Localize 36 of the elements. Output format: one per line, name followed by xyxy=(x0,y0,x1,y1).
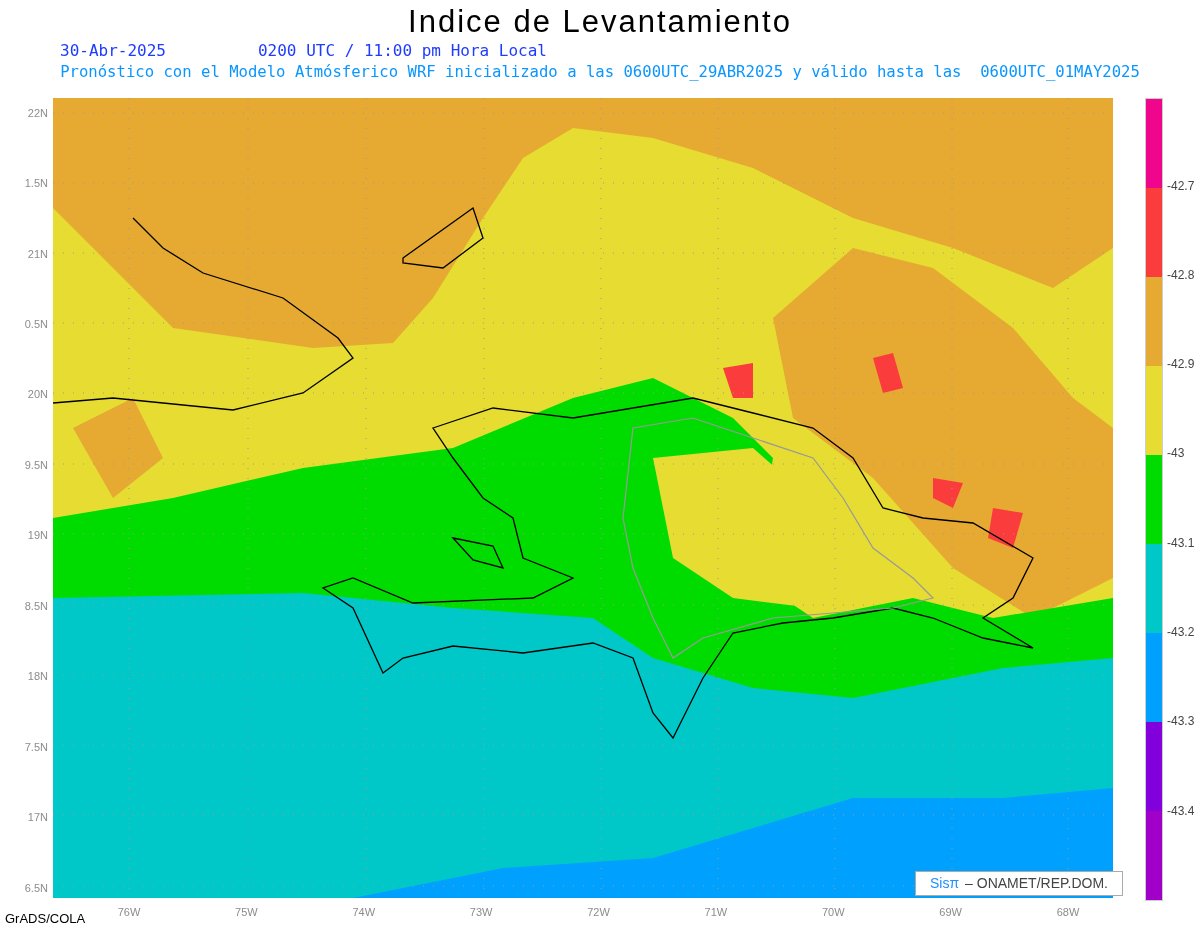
longitude-label: 76W xyxy=(116,904,142,920)
latitude-label: 9.5N xyxy=(24,457,48,472)
longitude-label: 71W xyxy=(703,904,729,920)
longitude-label: 73W xyxy=(468,904,494,920)
longitude-label: 72W xyxy=(586,904,611,920)
colorbar-label: -42.9 xyxy=(1167,356,1195,373)
forecast-date: 30-Abr-2025 xyxy=(60,41,166,61)
colorbar-label: -43 xyxy=(1167,445,1186,462)
colorbar-label: -43.3 xyxy=(1167,713,1195,730)
longitude-label: 68W xyxy=(1055,904,1081,920)
latitude-label: 19N xyxy=(27,528,48,543)
longitude-label: 69W xyxy=(938,904,963,920)
colorbar-label: -42.7 xyxy=(1167,177,1195,194)
forecast-description: Pronóstico con el Modelo Atmósferico WRF inicializado a las 0600UTC_29ABR2025 y válido hasta las 0600UTC_01MAY2025 xyxy=(60,62,1140,83)
latitude-label: 8.5N xyxy=(24,598,48,613)
longitude-label: 74W xyxy=(351,904,377,920)
footer-label: GrADS/COLA xyxy=(4,911,86,927)
latitude-label: 17N xyxy=(27,810,48,825)
latitude-label: 21N xyxy=(27,246,48,261)
latitude-label: 1.5N xyxy=(24,176,48,191)
latitude-label: 22N xyxy=(27,105,48,120)
latitude-label: 6.5N xyxy=(24,880,48,895)
colorbar-label: -43.1 xyxy=(1167,534,1195,551)
latitude-label: 20N xyxy=(27,387,48,402)
credit-brand: Sisπ xyxy=(930,873,960,893)
latitude-label: 18N xyxy=(27,669,48,684)
latitude-label: 7.5N xyxy=(24,739,48,754)
colorbar-label: -42.8 xyxy=(1167,266,1195,283)
latitude-label: 0.5N xyxy=(24,317,48,331)
forecast-time: 0200 UTC / 11:00 pm Hora Local xyxy=(257,41,547,61)
longitude-label: 70W xyxy=(820,904,846,920)
longitude-label: 75W xyxy=(234,904,259,920)
colorbar-label: -43.4 xyxy=(1167,802,1195,819)
credit-text: – ONAMET/REP.DOM. xyxy=(965,873,1108,893)
colorbar-label: -43.2 xyxy=(1167,624,1195,641)
map-title: Indice de Levantamiento xyxy=(408,3,792,41)
